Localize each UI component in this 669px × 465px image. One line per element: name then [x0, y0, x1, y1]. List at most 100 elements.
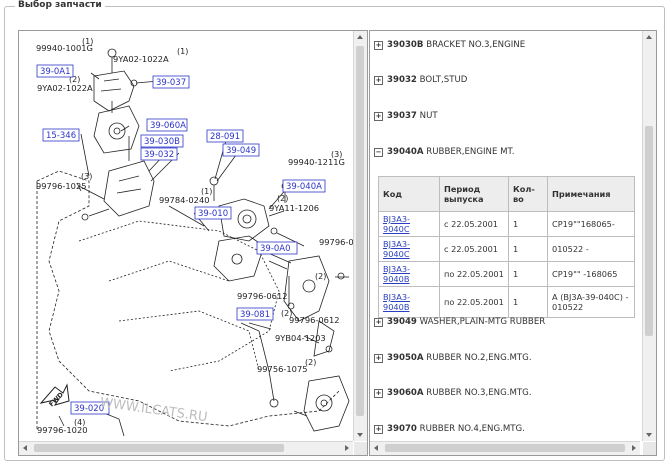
part-number-label: 99796-1025	[36, 181, 87, 191]
expand-icon[interactable]: +	[374, 318, 383, 327]
scroll-down-icon[interactable]	[646, 433, 652, 437]
part-node-39070[interactable]: +39070 RUBBER NO.4,ENG.MTG.	[374, 424, 525, 434]
scroll-up-icon[interactable]	[646, 35, 652, 39]
part-variants-table: Код Период выпуска Кол-во Примечания BJ3…	[378, 176, 635, 318]
scroll-right-icon[interactable]	[345, 445, 349, 451]
callout-15-346[interactable]: 15-346	[46, 131, 76, 141]
cell-qty: 1	[508, 236, 548, 262]
column-header-notes: Примечания	[547, 176, 635, 212]
diagram-horizontal-scrollbar[interactable]	[19, 441, 353, 455]
scroll-left-icon[interactable]	[374, 445, 378, 451]
table-row: BJ3A3-9040C с 22.05.2001 1 010522 -	[378, 236, 635, 262]
callout-39-060A[interactable]: 39-060A	[150, 121, 186, 131]
cell-qty: 1	[508, 211, 548, 237]
cell-period: с 22.05.2001	[439, 211, 509, 237]
diagram-vertical-scrollbar[interactable]	[353, 31, 367, 441]
part-number-label: 9YB04-1203	[275, 333, 326, 343]
callout-39-010[interactable]: 39-010	[198, 209, 228, 219]
column-header-qty: Кол-во	[508, 176, 548, 212]
scroll-thumb[interactable]	[356, 46, 364, 416]
part-number-label: 99796-06	[319, 237, 353, 247]
callout-39-037[interactable]: 39-037	[156, 78, 186, 88]
part-code: 39070	[387, 424, 417, 434]
part-node-39049[interactable]: +39049 WASHER,PLAIN-MTG RUBBER	[374, 317, 545, 327]
part-code: 39049	[387, 317, 417, 327]
callout-39-0A1[interactable]: 39-0A1	[40, 67, 71, 77]
part-name: RUBBER NO.3,ENG.MTG.	[426, 388, 532, 398]
scroll-down-icon[interactable]	[357, 433, 363, 437]
parts-list-vertical-scrollbar[interactable]	[642, 31, 656, 441]
part-node-39032[interactable]: +39032 BOLT,STUD	[374, 75, 467, 85]
parts-list-panel[interactable]: +39030B BRACKET NO.3,ENGINE +39032 BOLT,…	[369, 30, 657, 456]
part-code: 39037	[387, 111, 417, 121]
quantity-label: (2)	[277, 194, 288, 203]
scroll-left-icon[interactable]	[23, 445, 27, 451]
table-header-row: Код Период выпуска Кол-во Примечания	[378, 176, 635, 212]
callout-39-030B[interactable]: 39-030B	[144, 137, 180, 147]
expand-icon[interactable]: +	[374, 389, 383, 398]
part-code: 39030B	[387, 40, 424, 50]
scrollbar-corner	[354, 442, 367, 455]
part-code: 39032	[387, 75, 417, 85]
parts-list-horizontal-scrollbar[interactable]	[370, 441, 640, 455]
callout-39-049[interactable]: 39-049	[226, 146, 256, 156]
callout-39-0A0[interactable]: 39-0A0	[260, 244, 291, 254]
collapse-icon[interactable]: −	[374, 148, 383, 157]
part-code-link[interactable]: BJ3A3-9040B	[383, 292, 410, 312]
callout-39-081[interactable]: 39-081	[240, 310, 270, 320]
cell-qty: 1	[508, 286, 548, 318]
table-row: BJ3A3-9040B по 22.05.2001 1 A (BJ3A-39-0…	[378, 286, 635, 318]
expand-icon[interactable]: +	[374, 112, 383, 121]
part-code-link[interactable]: BJ3A3-9040C	[383, 214, 410, 234]
part-node-39040A[interactable]: −39040A RUBBER,ENGINE MT.	[374, 147, 515, 157]
scroll-right-icon[interactable]	[632, 445, 636, 451]
expand-icon[interactable]: +	[374, 425, 383, 434]
cell-period: по 22.05.2001	[439, 286, 509, 318]
quantity-label: (1)	[82, 37, 93, 46]
part-number-label: 99756-1075	[257, 364, 308, 374]
callout-39-040A[interactable]: 39-040A	[286, 182, 322, 192]
expand-icon[interactable]: +	[374, 354, 383, 363]
table-row: BJ3A3-9040B по 22.05.2001 1 CP19"" -1680…	[378, 261, 635, 287]
quantity-label: (3)	[81, 172, 92, 181]
scroll-up-icon[interactable]	[357, 35, 363, 39]
part-node-39037[interactable]: +39037 NUT	[374, 111, 438, 121]
part-number-label: 9YA02-1022A	[37, 83, 93, 93]
part-name: RUBBER NO.2,ENG.MTG.	[426, 353, 532, 363]
part-number-label: 9YA02-1022A	[113, 54, 169, 64]
expand-icon[interactable]: +	[374, 76, 383, 85]
quantity-label: (3)	[331, 150, 342, 159]
watermark: WWW.ILCATS.RU	[99, 395, 208, 425]
part-number-label: 9YA11-1206	[269, 203, 319, 213]
column-header-code: Код	[378, 176, 440, 212]
column-header-period: Период выпуска	[439, 176, 509, 212]
cell-code: BJ3A3-9040C	[378, 211, 440, 237]
cell-note: 010522 -	[547, 236, 635, 262]
fwd-arrow-icon: FWD	[39, 383, 70, 408]
quantity-label: (2)	[315, 272, 326, 281]
cell-qty: 1	[508, 261, 548, 287]
quantity-label: (2)	[305, 358, 316, 367]
part-node-39050A[interactable]: +39050A RUBBER NO.2,ENG.MTG.	[374, 353, 532, 363]
scrollbar-corner	[643, 442, 656, 455]
scroll-thumb[interactable]	[385, 444, 625, 452]
parts-diagram[interactable]: 99940-1001G 9YA02-1022A 9YA02-1022A 9979…	[19, 31, 353, 441]
part-code: 39050A	[387, 353, 424, 363]
scroll-thumb[interactable]	[34, 444, 284, 452]
diagram-viewport[interactable]: 99940-1001G 9YA02-1022A 9YA02-1022A 9979…	[18, 30, 368, 456]
quantity-label: (4)	[74, 418, 85, 427]
part-name: RUBBER NO.4,ENG.MTG.	[419, 424, 525, 434]
quantity-label: (2)	[281, 309, 292, 318]
part-node-39060A[interactable]: +39060A RUBBER NO.3,ENG.MTG.	[374, 388, 532, 398]
cell-period: по 22.05.2001	[439, 261, 509, 287]
part-code-link[interactable]: BJ3A3-9040B	[383, 264, 410, 284]
quantity-label: (1)	[201, 187, 212, 196]
part-code-link[interactable]: BJ3A3-9040C	[383, 239, 410, 259]
callout-28-091[interactable]: 28-091	[210, 132, 240, 142]
callout-39-032[interactable]: 39-032	[144, 150, 174, 160]
expand-icon[interactable]: +	[374, 41, 383, 50]
panel-title: Выбор запчасти	[15, 0, 105, 10]
scroll-thumb[interactable]	[645, 126, 653, 336]
quantity-label: (1)	[177, 47, 188, 56]
part-node-39030B[interactable]: +39030B BRACKET NO.3,ENGINE	[374, 40, 525, 50]
